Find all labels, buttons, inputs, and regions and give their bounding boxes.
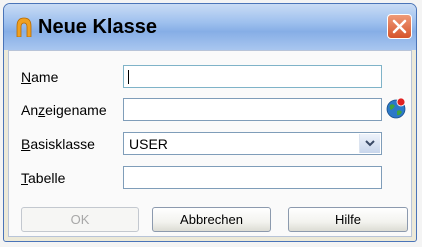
name-input[interactable] <box>123 65 382 88</box>
name-label: Name <box>21 69 59 85</box>
ok-button[interactable]: OK <box>21 207 139 232</box>
close-icon <box>392 19 407 34</box>
base-class-value: USER <box>129 136 168 152</box>
chevron-down-icon <box>365 140 375 147</box>
dialog-body: Name Anzeigename Basisklasse USER Tabell… <box>8 50 412 237</box>
dropdown-button[interactable] <box>359 134 380 153</box>
table-input[interactable] <box>123 166 382 189</box>
base-class-select[interactable]: USER <box>123 132 382 155</box>
display-name-input[interactable] <box>123 98 382 121</box>
close-button[interactable] <box>387 14 412 39</box>
display-name-label: Anzeigename <box>21 102 107 118</box>
table-label: Tabelle <box>21 170 66 186</box>
dialog-window: Neue Klasse Name Anzeigename Basisklasse <box>3 3 417 242</box>
text-caret <box>128 70 129 84</box>
app-arch-icon <box>16 17 32 37</box>
window-title: Neue Klasse <box>38 16 157 38</box>
globe-icon[interactable] <box>385 97 407 119</box>
help-button[interactable]: Hilfe <box>288 207 408 232</box>
title-bar[interactable]: Neue Klasse <box>4 4 416 50</box>
base-class-label: Basisklasse <box>21 136 95 152</box>
cancel-button[interactable]: Abbrechen <box>152 207 271 232</box>
